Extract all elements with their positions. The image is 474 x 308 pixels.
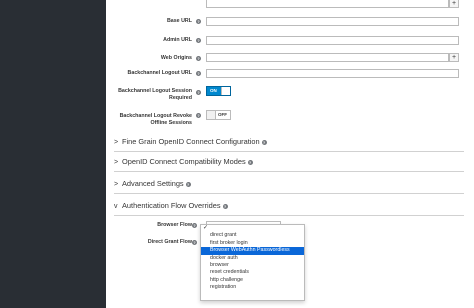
web-origins-label: Web Origins	[160, 55, 192, 61]
web-origins-help-icon[interactable]: ?	[196, 56, 201, 61]
help-icon[interactable]: ?	[222, 204, 228, 209]
browser-flow-label: Browser Flow	[157, 222, 192, 228]
backchannel-logout-url-label: Backchannel Logout URL	[127, 70, 192, 76]
section-fine-grain-oidc[interactable]: > Fine Grain OpenID Connect Configuration…	[114, 132, 464, 151]
add-web-origin-button[interactable]: +	[449, 53, 459, 62]
revoke-offline-toggle[interactable]: OFF	[206, 110, 231, 120]
backchannel-logout-session-required-label: Backchannel Logout Session Required	[118, 88, 192, 101]
chevron-right-icon: >	[114, 181, 119, 188]
direct-grant-flow-label: Direct Grant Flow	[147, 239, 192, 245]
plus-icon: +	[451, 0, 457, 7]
section-advanced-settings[interactable]: > Advanced Settings?	[114, 174, 464, 193]
section-title: OpenID Connect Compatibility Modes	[122, 157, 246, 166]
web-origins-field[interactable]	[206, 53, 449, 62]
chevron-right-icon: >	[114, 139, 119, 146]
help-icon[interactable]: ?	[185, 182, 191, 187]
admin-url-field[interactable]	[206, 36, 459, 45]
dropdown-option-highlighted[interactable]: Browser WebAuthn Passwordless	[201, 247, 304, 255]
dropdown-option[interactable]: http challenge	[201, 277, 304, 284]
browser-flow-dropdown[interactable]: ✓ direct grant first broker login Browse…	[200, 224, 305, 301]
toggle-knob	[207, 111, 216, 119]
help-icon[interactable]: ?	[261, 140, 267, 145]
dropdown-option[interactable]: first broker login	[201, 240, 304, 247]
chevron-down-icon: v	[114, 203, 118, 210]
toggle-off-text: OFF	[218, 112, 227, 117]
toggle-on-text: ON	[210, 88, 217, 93]
browser-flow-help-icon[interactable]: ?	[192, 223, 197, 228]
backchannel-logout-url-field[interactable]	[206, 69, 459, 78]
backchannel-logout-revoke-offline-label: Backchannel Logout Revoke Offline Sessio…	[119, 113, 192, 126]
dropdown-option-empty[interactable]: ✓	[201, 225, 304, 232]
direct-grant-flow-help-icon[interactable]: ?	[192, 240, 197, 245]
section-auth-flow-overrides[interactable]: v Authentication Flow Overrides?	[114, 196, 464, 215]
divider	[114, 171, 464, 172]
backchannel-logout-url-help-icon[interactable]: ?	[196, 71, 201, 76]
check-icon: ✓	[203, 225, 209, 231]
left-sidebar	[0, 0, 106, 308]
session-required-help-icon[interactable]: ?	[196, 90, 201, 95]
dropdown-option[interactable]: registration	[201, 284, 304, 291]
help-icon[interactable]: ?	[247, 160, 253, 165]
add-top-field-button[interactable]: +	[449, 0, 459, 8]
admin-url-label: Admin URL	[163, 37, 192, 43]
admin-url-help-icon[interactable]: ?	[196, 38, 201, 43]
revoke-offline-help-icon[interactable]: ?	[196, 113, 201, 118]
dropdown-option[interactable]: docker auth	[201, 255, 304, 262]
section-title: Fine Grain OpenID Connect Configuration	[122, 137, 260, 146]
base-url-label: Base URL	[166, 18, 192, 24]
chevron-right-icon: >	[114, 159, 119, 166]
plus-icon: +	[451, 54, 457, 61]
top-field[interactable]	[206, 0, 449, 8]
dropdown-option[interactable]: direct grant	[201, 232, 304, 239]
section-oidc-compatibility[interactable]: > OpenID Connect Compatibility Modes?	[114, 152, 464, 171]
session-required-toggle[interactable]: ON	[206, 86, 231, 96]
divider	[114, 193, 464, 194]
base-url-help-icon[interactable]: ?	[196, 19, 201, 24]
base-url-field[interactable]	[206, 17, 459, 26]
divider	[114, 215, 464, 216]
section-title: Authentication Flow Overrides	[122, 201, 221, 210]
dropdown-option[interactable]: browser	[201, 262, 304, 269]
toggle-knob	[221, 87, 230, 95]
dropdown-option[interactable]: reset credentials	[201, 269, 304, 276]
section-title: Advanced Settings	[122, 179, 184, 188]
